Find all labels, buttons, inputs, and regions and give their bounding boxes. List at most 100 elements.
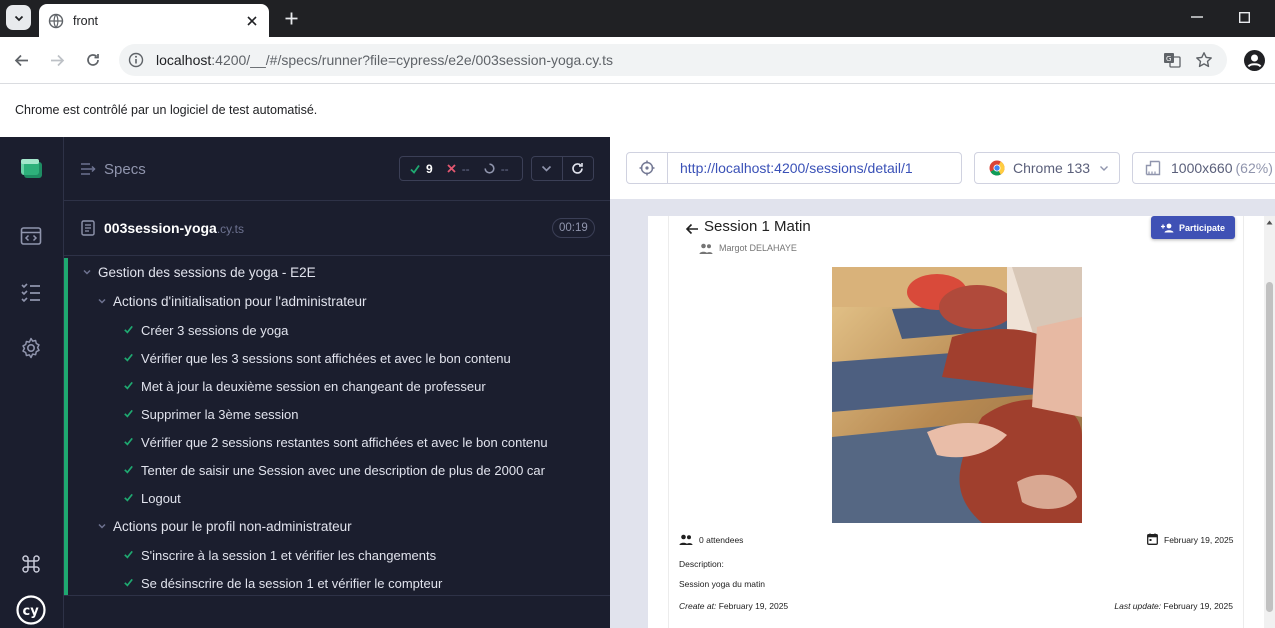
back-button[interactable]	[11, 50, 31, 70]
specs-label[interactable]: Specs	[104, 161, 146, 178]
collapse-all-button[interactable]	[532, 157, 563, 180]
test-label: Logout	[141, 490, 181, 506]
pass-check-icon	[124, 407, 133, 421]
browser-name: Chrome 133	[1013, 160, 1091, 176]
people-icon	[699, 243, 713, 255]
star-icon[interactable]	[1195, 51, 1213, 69]
arrow-back-icon[interactable]	[685, 222, 699, 236]
viewport-size: 1000x660	[1171, 160, 1233, 176]
svg-text:cy: cy	[23, 604, 40, 619]
pass-check-icon	[124, 463, 133, 477]
browser-tab[interactable]: front	[39, 4, 269, 37]
address-bar[interactable]: localhost:4200/__/#/specs/runner?file=cy…	[119, 44, 1227, 76]
session-detail-card: Session 1 Matin Margot DELAHAYE Particip…	[668, 216, 1244, 628]
keyboard-shortcuts-icon[interactable]	[19, 552, 43, 576]
viewport-info[interactable]: 1000x660 (62%)	[1132, 152, 1275, 184]
passed-count: 9	[426, 161, 433, 176]
profile-avatar-icon[interactable]	[1244, 50, 1265, 71]
chevron-down-icon	[542, 165, 552, 172]
runs-icon[interactable]	[19, 224, 43, 248]
attendees-count: 0 attendees	[699, 535, 744, 545]
spec-basename: 003session-yoga	[104, 220, 217, 236]
tab-title: front	[73, 13, 99, 28]
test-label: Supprimer la 3ème session	[141, 406, 299, 422]
scroll-up-icon[interactable]	[1266, 219, 1273, 226]
updated-label: Last update:	[1114, 601, 1162, 611]
chevron-down-icon	[97, 296, 107, 306]
forward-button[interactable]	[47, 50, 67, 70]
participate-label: Participate	[1178, 222, 1226, 233]
description-text: Session yoga du matin	[679, 579, 765, 589]
rerun-button[interactable]	[563, 157, 593, 180]
scrollbar[interactable]	[1264, 216, 1275, 628]
minimize-icon	[1191, 16, 1203, 18]
translate-icon[interactable]: G	[1163, 51, 1181, 69]
test-stats: 9 -- --	[399, 156, 523, 181]
test-row[interactable]: Vérifier que 2 sessions restantes sont a…	[124, 430, 548, 454]
minimize-button[interactable]	[1190, 10, 1204, 24]
test-row[interactable]: S'inscrire à la session 1 et vérifier le…	[124, 543, 436, 567]
plus-icon	[285, 12, 297, 24]
tab-search-button[interactable]	[6, 5, 31, 30]
suite-label: Gestion des sessions de yoga - E2E	[98, 264, 316, 280]
browser-selector[interactable]: Chrome 133	[974, 152, 1120, 184]
project-icon[interactable]	[19, 156, 43, 180]
aut-url[interactable]: http://localhost:4200/sessions/detail/1	[667, 152, 962, 184]
pass-check-icon	[124, 491, 133, 505]
cross-icon	[447, 164, 456, 173]
failed-stat: --	[447, 162, 470, 176]
test-row[interactable]: Se désinscrire de la session 1 et vérifi…	[124, 571, 442, 595]
test-label: Se désinscrire de la session 1 et vérifi…	[141, 575, 443, 591]
svg-text:G: G	[1166, 55, 1171, 63]
site-info-icon[interactable]	[127, 51, 145, 69]
chevron-down-icon	[97, 521, 107, 531]
test-row[interactable]: Vérifier que les 3 sessions sont affiché…	[124, 346, 511, 370]
chevron-down-icon	[82, 267, 92, 277]
passed-stat: 9	[410, 162, 433, 176]
suite-row[interactable]: Gestion des sessions de yoga - E2E	[82, 260, 316, 284]
person-add-icon	[1160, 223, 1174, 232]
chevron-down-icon	[1099, 163, 1109, 173]
close-icon[interactable]	[243, 12, 261, 30]
failed-count: --	[461, 161, 470, 176]
specs-menu-icon[interactable]	[80, 161, 96, 177]
automation-banner: Chrome est contrôlé par un logiciel de t…	[0, 84, 1275, 137]
reload-icon	[87, 54, 99, 66]
participate-button[interactable]: Participate	[1151, 216, 1235, 239]
test-label: Vérifier que les 3 sessions sont affiché…	[141, 350, 511, 366]
test-label: Tenter de saisir une Session avec une de…	[141, 462, 545, 478]
pass-check-icon	[124, 379, 133, 393]
reload-button[interactable]	[83, 50, 103, 70]
url-path: :4200/__/#/specs/runner?file=cypress/e2e…	[211, 52, 613, 68]
suite-label: Actions d'initialisation pour l'administ…	[113, 293, 367, 309]
arrow-left-icon	[14, 54, 28, 66]
maximize-button[interactable]	[1237, 10, 1251, 24]
specs-list-icon[interactable]	[19, 280, 43, 304]
test-row[interactable]: Tenter de saisir une Session avec une de…	[124, 458, 545, 482]
teacher-name: Margot DELAHAYE	[719, 243, 797, 253]
pass-check-icon	[124, 548, 133, 562]
created-label: Create at:	[679, 601, 717, 611]
suite-row[interactable]: Actions d'initialisation pour l'administ…	[97, 289, 367, 313]
suite-row[interactable]: Actions pour le profil non-administrateu…	[97, 514, 352, 538]
tab-strip: front	[0, 0, 1275, 37]
reporter-controls	[531, 156, 594, 181]
reporter-divider	[64, 595, 610, 596]
app-iframe: Session 1 Matin Margot DELAHAYE Particip…	[648, 216, 1275, 628]
pass-indicator-bar	[64, 258, 68, 595]
document-icon	[81, 220, 95, 236]
arrow-right-icon	[50, 54, 64, 66]
test-row[interactable]: Logout	[124, 486, 181, 510]
settings-gear-icon[interactable]	[19, 336, 43, 360]
test-label: Créer 3 sessions de yoga	[141, 322, 289, 338]
test-row[interactable]: Met à jour la deuxième session en change…	[124, 374, 486, 398]
test-row[interactable]: Créer 3 sessions de yoga	[124, 318, 288, 342]
selector-playground-button[interactable]	[626, 152, 668, 184]
chrome-logo-icon	[989, 160, 1005, 176]
check-icon	[410, 164, 420, 174]
test-row[interactable]: Supprimer la 3ème session	[124, 402, 299, 426]
spec-file-row[interactable]: 003session-yoga.cy.ts 00:19	[64, 201, 610, 256]
reporter-header: Specs 9 -- --	[64, 137, 610, 201]
new-tab-button[interactable]	[281, 8, 301, 28]
scrollbar-thumb[interactable]	[1266, 282, 1273, 612]
